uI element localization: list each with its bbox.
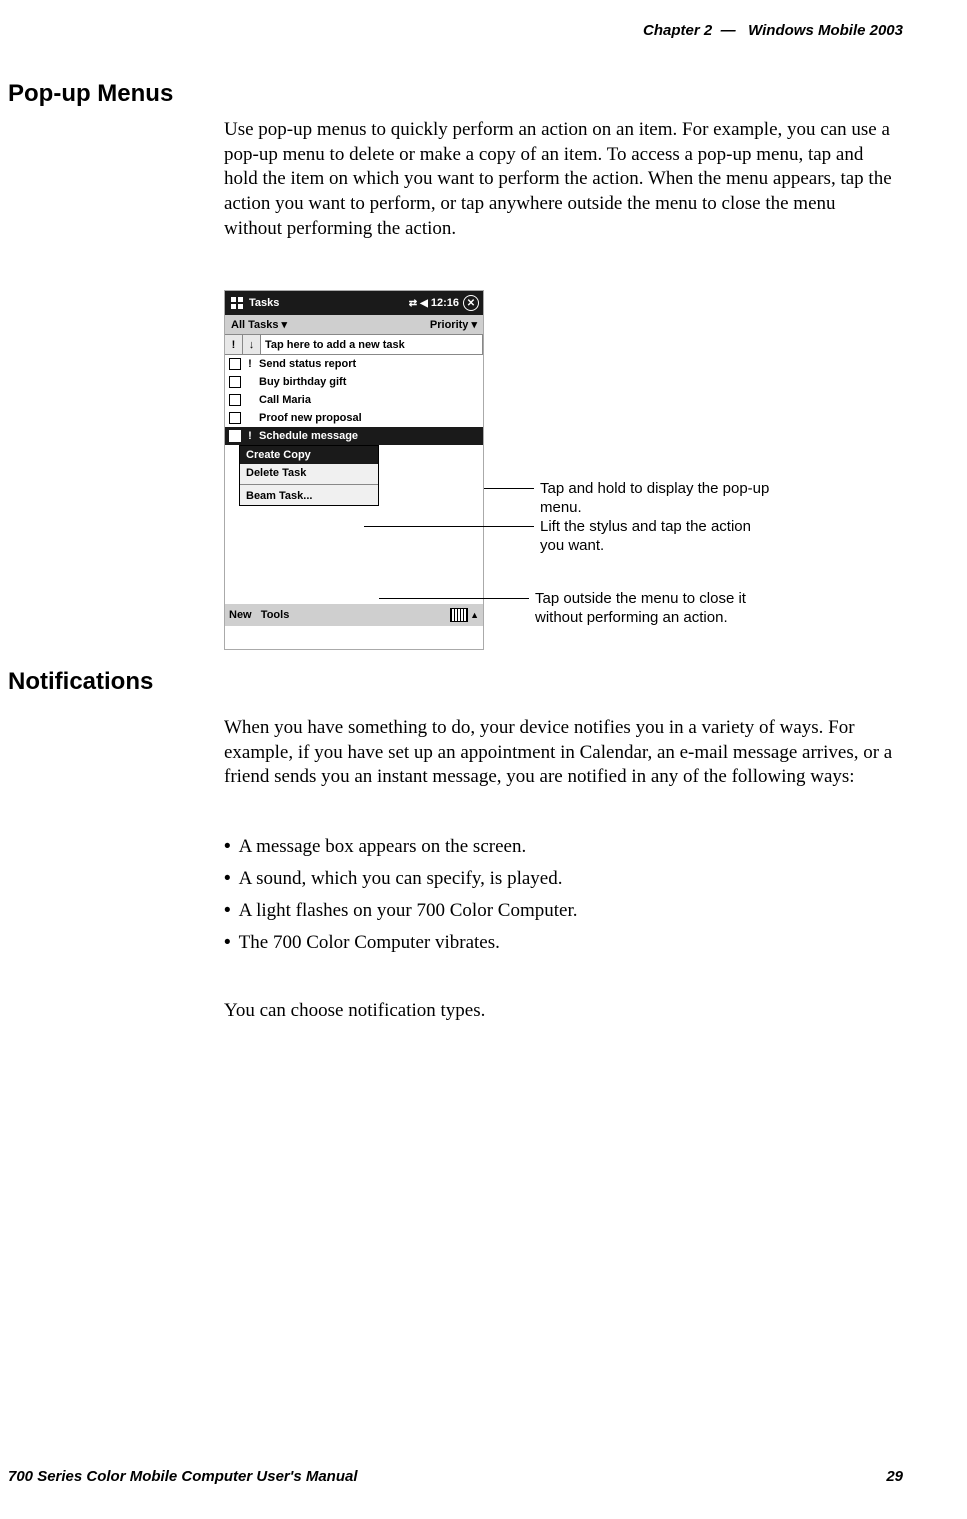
task-row[interactable]: Buy birthday gift: [225, 373, 483, 391]
task-row[interactable]: Call Maria: [225, 391, 483, 409]
list-item-text: A sound, which you can specify, is playe…: [239, 868, 563, 890]
close-icon[interactable]: ✕: [463, 295, 479, 311]
checkbox-icon[interactable]: [229, 358, 241, 370]
priority-indicator: !: [245, 430, 255, 442]
heading-popup-menus: Pop-up Menus: [8, 80, 173, 108]
callout-tap-outside: Tap outside the menu to close it without…: [379, 590, 765, 628]
list-item-text: A light flashes on your 700 Color Comput…: [239, 900, 578, 922]
checkbox-icon[interactable]: [229, 376, 241, 388]
list-item-text: The 700 Color Computer vibrates.: [239, 932, 500, 954]
callout-lift-tap: Lift the stylus and tap the action you w…: [364, 518, 770, 556]
paragraph-popup-menus: Use pop-up menus to quickly perform an a…: [224, 118, 896, 241]
heading-notifications: Notifications: [8, 668, 153, 696]
filter-category-dropdown[interactable]: All Tasks: [231, 318, 287, 331]
filter-bar: All Tasks Priority: [225, 315, 483, 335]
checkbox-icon[interactable]: [229, 412, 241, 424]
list-item: • The 700 Color Computer vibrates.: [224, 932, 896, 954]
priority-low-icon: ↓: [243, 335, 261, 354]
menu-item-beam-task[interactable]: Beam Task...: [240, 487, 378, 505]
title-bar: Tasks ⇄ ◀ 12:16 ✕: [225, 291, 483, 315]
footer-page-number: 29: [886, 1468, 903, 1485]
add-task-hint[interactable]: Tap here to add a new task: [261, 335, 483, 354]
task-text: Schedule message: [259, 430, 358, 442]
start-icon[interactable]: [229, 295, 245, 311]
system-tray: ⇄ ◀ 12:16: [409, 297, 459, 309]
header-title: Windows Mobile 2003: [748, 22, 903, 39]
checkbox-icon[interactable]: [229, 394, 241, 406]
footer-manual-title: 700 Series Color Mobile Computer User's …: [8, 1468, 358, 1485]
task-row[interactable]: ! Send status report: [225, 355, 483, 373]
list-item: • A sound, which you can specify, is pla…: [224, 868, 896, 890]
connectivity-icon[interactable]: ⇄: [409, 298, 417, 309]
list-item: • A light flashes on your 700 Color Comp…: [224, 900, 896, 922]
header-separator: —: [721, 22, 736, 39]
clock: 12:16: [431, 297, 459, 309]
list-item: • A message box appears on the screen.: [224, 836, 896, 858]
task-row[interactable]: Proof new proposal: [225, 409, 483, 427]
callout-tap-and-hold: Tap and hold to display the pop-up menu.: [484, 480, 770, 518]
task-text: Proof new proposal: [259, 412, 362, 424]
task-row-selected[interactable]: ! Schedule message: [225, 427, 483, 445]
priority-high-icon: !: [225, 335, 243, 354]
bullet-icon: •: [224, 836, 231, 858]
context-menu: Create Copy Delete Task Beam Task...: [239, 445, 379, 506]
app-title: Tasks: [249, 297, 279, 309]
new-button[interactable]: New: [229, 609, 252, 621]
task-text: Send status report: [259, 358, 356, 370]
list-item-text: A message box appears on the screen.: [239, 836, 527, 858]
header-chapter-number: 2: [704, 22, 712, 39]
task-text: Call Maria: [259, 394, 311, 406]
menu-item-create-copy[interactable]: Create Copy: [240, 446, 378, 464]
volume-icon[interactable]: ◀: [420, 298, 428, 309]
bullet-icon: •: [224, 868, 231, 890]
command-bar-left: New Tools: [229, 609, 289, 621]
figure-tasks-screenshot: Tasks ⇄ ◀ 12:16 ✕ All Tasks Priority ! ↓…: [224, 290, 484, 650]
running-footer: 700 Series Color Mobile Computer User's …: [8, 1468, 903, 1485]
paragraph-notification-types: You can choose notification types.: [224, 1000, 896, 1022]
bullet-icon: •: [224, 932, 231, 954]
bullet-icon: •: [224, 900, 231, 922]
tools-button[interactable]: Tools: [261, 609, 290, 621]
task-text: Buy birthday gift: [259, 376, 346, 388]
filter-sort-dropdown[interactable]: Priority: [430, 318, 477, 331]
priority-indicator: !: [245, 358, 255, 370]
paragraph-notifications: When you have something to do, your devi…: [224, 716, 896, 790]
running-header: Chapter 2 — Windows Mobile 2003: [643, 22, 903, 39]
menu-item-delete-task[interactable]: Delete Task: [240, 464, 378, 482]
menu-separator: [240, 484, 378, 485]
header-chapter-label: Chapter: [643, 22, 700, 39]
add-task-row[interactable]: ! ↓ Tap here to add a new task: [225, 335, 483, 355]
checkbox-icon[interactable]: [229, 430, 241, 442]
notifications-bullet-list: • A message box appears on the screen. •…: [224, 826, 896, 954]
